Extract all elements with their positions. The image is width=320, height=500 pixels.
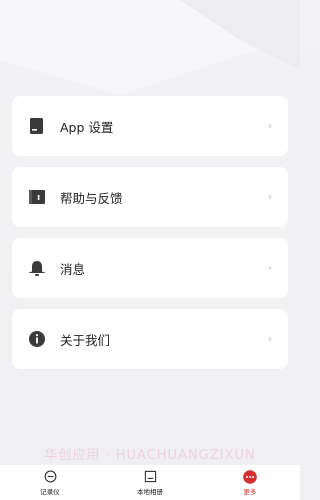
chevron-right-icon: ›	[268, 333, 272, 345]
bottom-tab-bar: 记录仪 本地相册 更多	[0, 465, 300, 500]
battery-icon	[280, 6, 294, 14]
carrier-text: 中国移动 4G	[20, 6, 61, 14]
status-right: ◔ 47%	[252, 6, 294, 14]
battery-text: 47%	[261, 6, 277, 14]
menu-item-label: App 设置	[60, 119, 114, 135]
status-bar: ▮▮▮ 中国移动 4G 13:52 ◔ 47%	[0, 0, 300, 20]
tab-label: 记录仪	[40, 487, 60, 496]
signal-icon: ▮▮▮	[6, 6, 18, 14]
tab-more[interactable]: 更多	[220, 465, 280, 500]
menu-item-messages[interactable]: 消息 ›	[12, 238, 288, 298]
menu-item-label: 消息	[60, 261, 86, 277]
tab-local-album[interactable]: 本地相册	[120, 465, 180, 500]
app-settings-icon	[28, 117, 46, 135]
album-icon	[143, 470, 157, 484]
tab-label: 更多	[243, 487, 257, 496]
help-feedback-icon	[28, 188, 46, 206]
watermark: 华创应用 · HUACHUANGZIXUN	[44, 448, 256, 463]
menu-item-label: 关于我们	[60, 332, 111, 348]
tab-recorder[interactable]: 记录仪	[20, 465, 80, 500]
alarm-icon: ◔	[252, 6, 259, 14]
menu-item-label: 帮助与反馈	[60, 190, 123, 206]
chevron-right-icon: ›	[268, 191, 272, 203]
recorder-icon	[43, 470, 57, 484]
status-time: 13:52	[146, 6, 167, 14]
bell-icon	[28, 259, 46, 277]
status-left: ▮▮▮ 中国移动 4G	[6, 5, 61, 15]
menu-item-about-us[interactable]: 关于我们 ›	[12, 309, 288, 369]
menu-item-help-feedback[interactable]: 帮助与反馈 ›	[12, 167, 288, 227]
info-icon	[28, 330, 46, 348]
menu-item-app-settings[interactable]: App 设置 ›	[12, 96, 288, 156]
tab-label: 本地相册	[137, 487, 163, 496]
more-icon	[243, 469, 257, 484]
chevron-right-icon: ›	[268, 120, 272, 132]
chevron-right-icon: ›	[268, 262, 272, 274]
